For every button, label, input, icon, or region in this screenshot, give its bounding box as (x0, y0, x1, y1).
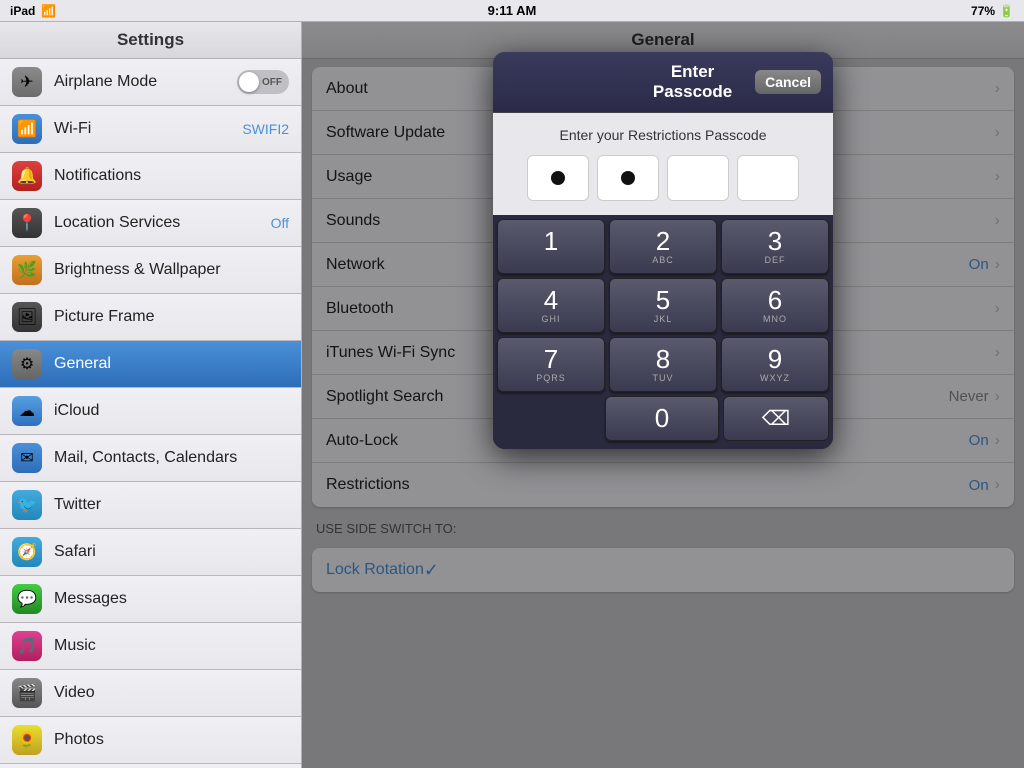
picture-icon: 🖼 (12, 302, 42, 332)
key-8[interactable]: 8TUV (609, 337, 717, 392)
sidebar-item-airplane[interactable]: ✈ Airplane ModeOFF (0, 59, 301, 106)
passcode-overlay: Enter Passcode Cancel Enter your Restric… (302, 22, 1024, 768)
sidebar: Settings ✈ Airplane ModeOFF 📶 Wi-FiSWIFI2 🔔 N… (0, 22, 302, 768)
status-right: 77% 🔋 (971, 4, 1014, 18)
passcode-prompt-area: Enter your Restrictions Passcode (493, 113, 833, 215)
sidebar-item-safari[interactable]: 🧭 Safari (0, 529, 301, 576)
mail-label: Mail, Contacts, Calendars (54, 449, 289, 467)
sidebar-item-notifications[interactable]: 🔔 Notifications (0, 153, 301, 200)
key-2[interactable]: 2ABC (609, 219, 717, 274)
key-0[interactable]: 0 (605, 396, 719, 441)
passcode-dots (503, 155, 823, 201)
sidebar-title: Settings (0, 22, 301, 59)
wifi-value: SWIFI2 (242, 121, 289, 137)
video-icon: 🎬 (12, 678, 42, 708)
delete-icon: ⌫ (762, 406, 790, 431)
dot-3 (667, 155, 729, 201)
keypad-row-1: 1 2ABC 3DEF (497, 219, 829, 274)
sidebar-item-notes[interactable]: 📝Notes (0, 764, 301, 768)
key-7[interactable]: 7PQRS (497, 337, 605, 392)
brightness-icon: 🌿 (12, 255, 42, 285)
wifi-label: Wi-Fi (54, 120, 242, 138)
twitter-label: Twitter (54, 496, 289, 514)
wifi-icon: 📶 (41, 4, 56, 18)
sidebar-item-twitter[interactable]: 🐦 Twitter (0, 482, 301, 529)
notifications-label: Notifications (54, 167, 289, 185)
key-5[interactable]: 5JKL (609, 278, 717, 333)
sidebar-item-video[interactable]: 🎬 Video (0, 670, 301, 717)
key-9[interactable]: 9WXYZ (721, 337, 829, 392)
key-4[interactable]: 4GHI (497, 278, 605, 333)
music-label: Music (54, 637, 289, 655)
twitter-icon: 🐦 (12, 490, 42, 520)
wifi-icon: 📶 (12, 114, 42, 144)
dot-1-fill (551, 171, 565, 185)
sidebar-item-photos[interactable]: 🌻 Photos (0, 717, 301, 764)
keypad-row-2: 4GHI 5JKL 6MNO (497, 278, 829, 333)
general-label: General (54, 355, 289, 373)
passcode-title: Enter Passcode (630, 62, 755, 102)
location-value: Off (271, 215, 289, 231)
keypad: 1 2ABC 3DEF 4GHI 5JKL 6MNO 7PQRS 8TUV 9W… (493, 215, 833, 449)
content-area: General About › Software Update › Usage … (302, 22, 1024, 768)
location-label: Location Services (54, 214, 271, 232)
key-empty (497, 396, 601, 441)
mail-icon: ✉ (12, 443, 42, 473)
safari-icon: 🧭 (12, 537, 42, 567)
battery-icon: 🔋 (999, 4, 1014, 18)
battery-label: 77% (971, 4, 995, 18)
status-bar: iPad 📶 9:11 AM 77% 🔋 (0, 0, 1024, 22)
brightness-label: Brightness & Wallpaper (54, 261, 289, 279)
picture-label: Picture Frame (54, 308, 289, 326)
sidebar-item-location[interactable]: 📍 Location ServicesOff (0, 200, 301, 247)
key-delete-button[interactable]: ⌫ (723, 396, 829, 441)
main-container: Settings ✈ Airplane ModeOFF 📶 Wi-FiSWIFI2 🔔 N… (0, 22, 1024, 768)
sidebar-item-mail[interactable]: ✉ Mail, Contacts, Calendars (0, 435, 301, 482)
passcode-prompt-text: Enter your Restrictions Passcode (503, 127, 823, 143)
dot-4 (737, 155, 799, 201)
airplane-icon: ✈ (12, 67, 42, 97)
photos-icon: 🌻 (12, 725, 42, 755)
status-left: iPad 📶 (10, 4, 56, 18)
notifications-icon: 🔔 (12, 161, 42, 191)
device-label: iPad (10, 4, 35, 18)
sidebar-item-wifi[interactable]: 📶 Wi-FiSWIFI2 (0, 106, 301, 153)
keypad-row-3: 7PQRS 8TUV 9WXYZ (497, 337, 829, 392)
sidebar-item-icloud[interactable]: ☁ iCloud (0, 388, 301, 435)
airplane-label: Airplane Mode (54, 73, 237, 91)
passcode-dialog: Enter Passcode Cancel Enter your Restric… (493, 52, 833, 449)
messages-icon: 💬 (12, 584, 42, 614)
sidebar-item-brightness[interactable]: 🌿 Brightness & Wallpaper (0, 247, 301, 294)
sidebar-item-general[interactable]: ⚙ General (0, 341, 301, 388)
airplane-toggle[interactable]: OFF (237, 70, 289, 94)
passcode-cancel-button[interactable]: Cancel (755, 70, 821, 94)
icloud-label: iCloud (54, 402, 289, 420)
music-icon: 🎵 (12, 631, 42, 661)
passcode-header: Enter Passcode Cancel (493, 52, 833, 113)
dot-2 (597, 155, 659, 201)
sidebar-items-container: ✈ Airplane ModeOFF 📶 Wi-FiSWIFI2 🔔 Notificati… (0, 59, 301, 768)
status-time: 9:11 AM (488, 3, 537, 18)
key-3[interactable]: 3DEF (721, 219, 829, 274)
sidebar-item-picture[interactable]: 🖼 Picture Frame (0, 294, 301, 341)
location-icon: 📍 (12, 208, 42, 238)
safari-label: Safari (54, 543, 289, 561)
dot-1 (527, 155, 589, 201)
messages-label: Messages (54, 590, 289, 608)
key-6[interactable]: 6MNO (721, 278, 829, 333)
sidebar-item-messages[interactable]: 💬 Messages (0, 576, 301, 623)
sidebar-item-music[interactable]: 🎵 Music (0, 623, 301, 670)
photos-label: Photos (54, 731, 289, 749)
key-1[interactable]: 1 (497, 219, 605, 274)
dot-2-fill (621, 171, 635, 185)
video-label: Video (54, 684, 289, 702)
icloud-icon: ☁ (12, 396, 42, 426)
keypad-row-4: 0 ⌫ (497, 396, 829, 441)
general-icon: ⚙ (12, 349, 42, 379)
